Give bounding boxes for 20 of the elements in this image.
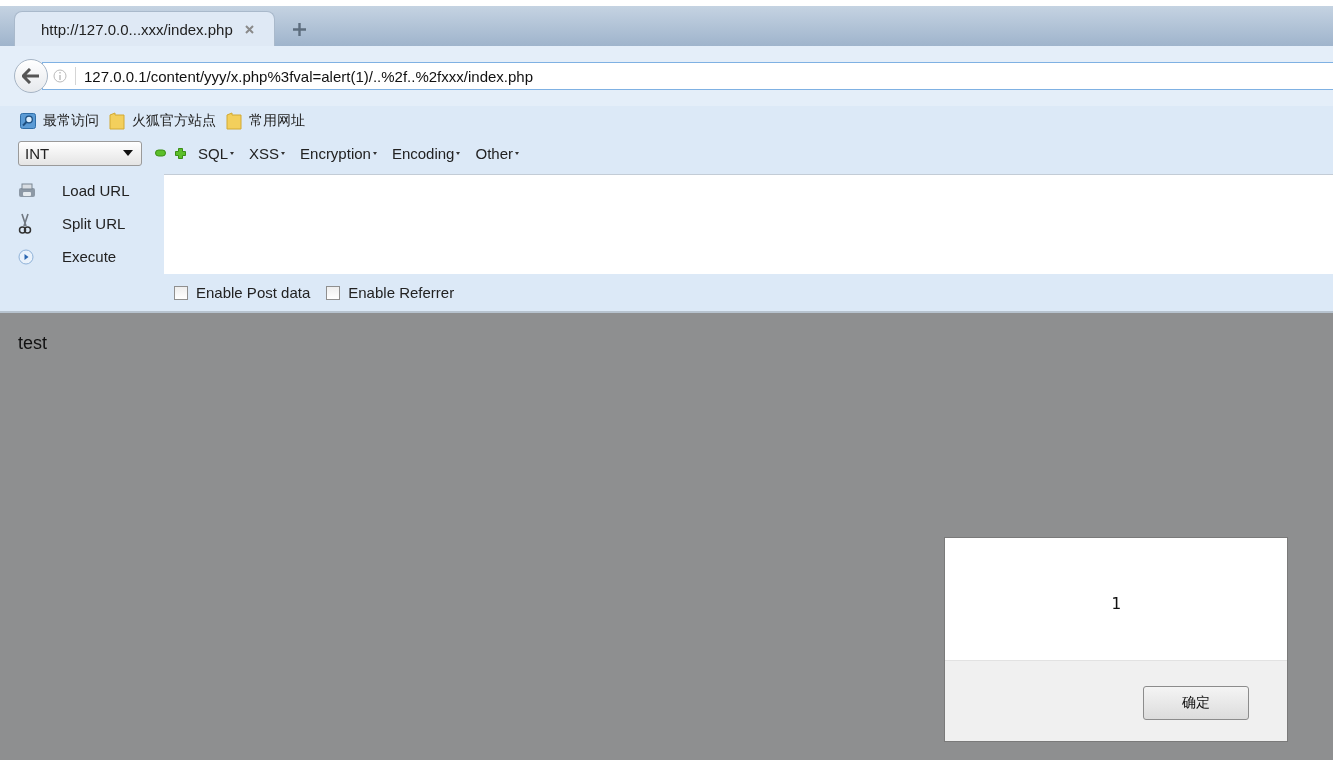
type-dropdown[interactable]: INT [18,140,142,166]
ok-button[interactable]: 确定 [1143,686,1249,720]
menu-button[interactable]: Encryption [297,144,380,162]
menu-button[interactable]: XSS [246,144,289,162]
bookmark-item[interactable]: 最常访问 [20,112,99,130]
option-checkbox[interactable]: Enable Post data [174,284,311,301]
action-button[interactable]: Load URL [18,174,164,207]
url-text: 127.0.0.1/content/yyy/x.php%3fval=alert(1)/..%2f..%2fxxx/index.php [84,67,533,85]
option-checkbox[interactable]: Enable Referrer [326,284,455,301]
alert-message: 1 [1111,593,1121,613]
action-button[interactable]: Execute [18,240,164,273]
bookmark-item[interactable]: 火狐官方站点 [109,112,216,130]
action-button[interactable]: Split URL [18,207,164,240]
page-text: test [18,333,47,354]
menu-button[interactable]: Encoding [388,144,464,162]
address-bar[interactable]: 127.0.0.1/content/yyy/x.php%3fval=alert(1)/..%2f..%2fxxx/index.php [42,62,1333,90]
browser-tab[interactable]: http://127.0.0...xxx/index.php [14,11,275,46]
menu-button[interactable]: Other [472,144,522,162]
menu-button[interactable]: SQL [195,144,237,162]
bookmark-item[interactable]: 常用网址 [226,112,305,130]
